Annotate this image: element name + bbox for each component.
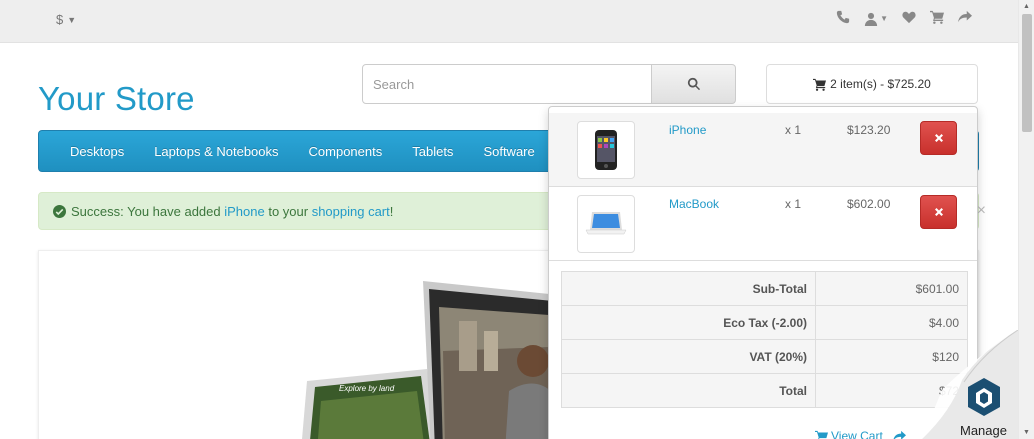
cart-item: MacBook x 1 $602.00 [549,187,977,261]
table-row: Eco Tax (-2.00) $4.00 [561,305,968,340]
cart-icon [815,430,828,439]
search-icon [687,77,700,91]
menu-item-components[interactable]: Components [294,144,398,159]
scrollbar-thumb[interactable] [1022,14,1032,132]
view-cart-link[interactable]: View Cart [815,429,883,439]
table-row: Total $72 [561,373,968,408]
cart-icon [813,78,827,91]
svg-text:Explore by land: Explore by land [339,384,395,393]
cart-item-name[interactable]: iPhone [669,123,706,137]
totals-label: Sub-Total [561,271,816,306]
chevron-down-icon: ▼ [880,14,888,23]
cart-dropdown-footer: View Cart [815,429,906,439]
table-row: Sub-Total $601.00 [561,271,968,306]
totals-value: $601.00 [815,271,968,306]
currency-symbol: $ [56,12,64,27]
remove-item-button[interactable] [920,121,957,155]
cart-dropdown: iPhone x 1 $123.20 MacBook x 1 $602.00 S… [548,106,978,439]
share-icon[interactable] [958,10,972,27]
alert-cart-link[interactable]: shopping cart [312,204,390,219]
top-bar: $ ▼ ▼ [0,0,1018,43]
close-icon [934,134,943,142]
totals-label: Total [561,373,816,408]
close-icon [934,208,943,216]
cart-item-price: $123.20 [847,123,891,137]
scroll-down-icon[interactable]: ▼ [1023,429,1030,436]
menu-item-desktops[interactable]: Desktops [55,144,139,159]
check-circle-icon [53,204,66,218]
macbook-image [585,212,627,235]
phone-icon[interactable] [836,10,850,27]
cart-item-price: $602.00 [847,197,891,211]
view-cart-label: View Cart [831,429,883,439]
alert-text: Success: You have added [71,203,225,219]
currency-selector[interactable]: $ ▼ [56,12,76,27]
iphone-image [595,130,617,170]
search-input[interactable] [362,64,652,104]
heart-icon[interactable] [902,10,916,27]
cart-totals-table: Sub-Total $601.00 Eco Tax (-2.00) $4.00 … [561,271,968,408]
menu-item-software[interactable]: Software [468,144,549,159]
alert-text-middle: to your [264,203,312,219]
table-row: VAT (20%) $120 [561,339,968,374]
cart-item-qty: x 1 [785,197,802,211]
checkout-link[interactable] [893,429,906,439]
account-dropdown[interactable]: ▼ [864,12,888,26]
manage-label[interactable]: Manage [960,423,1007,438]
share-icon [893,430,906,439]
alert-text-suffix: ! [389,203,394,219]
chevron-down-icon: ▼ [67,14,77,25]
totals-label: Eco Tax (-2.00) [561,305,816,340]
cart-item-qty: x 1 [785,123,802,137]
search-button[interactable] [652,64,736,104]
cart-item: iPhone x 1 $123.20 [549,113,977,187]
cart-button-label: 2 item(s) - $725.20 [830,77,931,91]
product-thumbnail[interactable] [577,195,635,253]
remove-item-button[interactable] [920,195,957,229]
store-logo[interactable]: Your Store [38,80,195,118]
cart-item-name[interactable]: MacBook [669,197,719,211]
menu-item-laptops[interactable]: Laptops & Notebooks [139,144,293,159]
user-icon [864,12,878,26]
cart-button[interactable]: 2 item(s) - $725.20 [766,64,978,104]
menu-item-tablets[interactable]: Tablets [397,144,468,159]
totals-label: VAT (20%) [561,339,816,374]
product-thumbnail[interactable] [577,121,635,179]
page-scrollbar[interactable]: ▲ ▼ [1018,0,1034,439]
cart-icon[interactable] [930,10,944,27]
search-bar [362,64,736,104]
alert-product-link[interactable]: iPhone [224,204,264,219]
top-links: ▼ [836,10,972,27]
scroll-up-icon[interactable]: ▲ [1023,3,1030,10]
alert-close-icon[interactable]: × [977,202,986,220]
